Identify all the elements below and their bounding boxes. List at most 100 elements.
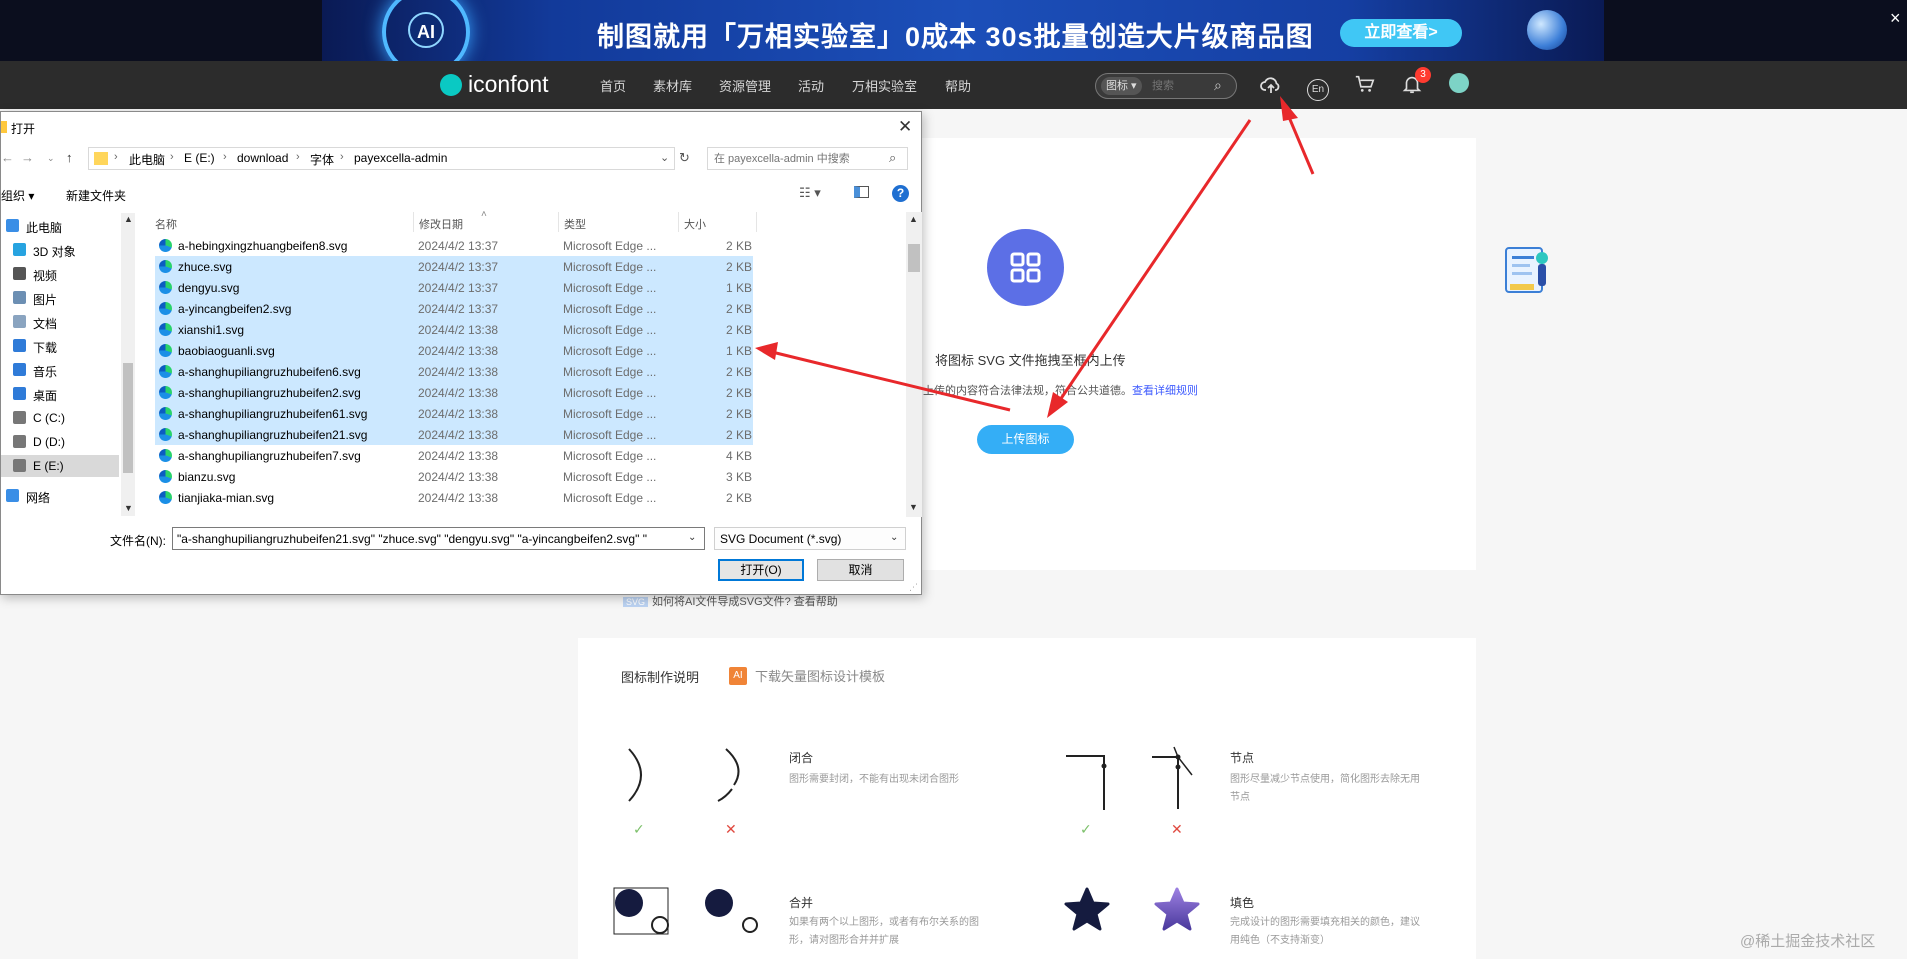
breadcrumb-download[interactable]: download	[237, 151, 288, 165]
new-folder-button[interactable]: 新建文件夹	[66, 187, 126, 204]
file-row[interactable]: a-hebingxingzhuangbeifen8.svg 2024/4/2 13…	[155, 235, 753, 256]
column-header-name[interactable]: 名称	[155, 216, 177, 232]
nav-item-home[interactable]: 首页	[600, 76, 626, 95]
address-bar[interactable]: › 此电脑 › E (E:) › download › 字体 › payexce…	[88, 147, 690, 170]
close-icon[interactable]: ✕	[898, 117, 912, 137]
tree-item[interactable]: C (C:)	[1, 407, 119, 429]
file-row[interactable]: zhuce.svg 2024/4/2 13:37 Microsoft Edge ..…	[155, 256, 753, 277]
rules-link[interactable]: 查看详细规则	[1132, 385, 1198, 397]
file-row[interactable]: a-shanghupiliangruzhubeifen61.svg 2024/4/…	[155, 403, 753, 424]
nav-item-help[interactable]: 帮助	[945, 76, 971, 95]
folder-search-box[interactable]: ⌕	[707, 147, 908, 170]
file-row[interactable]: dengyu.svg 2024/4/2 13:37 Microsoft Edge .…	[155, 277, 753, 298]
file-row[interactable]: tianjiaka-mian.svg 2024/4/2 13:38 Microsof…	[155, 487, 753, 508]
bell-icon[interactable]: 3	[1399, 67, 1431, 99]
file-list-scrollbar[interactable]: ▲ ▼	[906, 212, 922, 517]
forward-arrow-icon[interactable]: →	[21, 150, 34, 165]
file-row[interactable]: a-yincangbeifen2.svg 2024/4/2 13:37 Micros…	[155, 298, 753, 319]
crumb-separator-icon: ›	[223, 151, 227, 163]
search-icon[interactable]: ⌕	[889, 150, 896, 166]
search-icon[interactable]: ⌕	[1214, 77, 1222, 94]
breadcrumb-this-pc[interactable]: 此电脑	[129, 151, 165, 168]
ai-to-svg-help[interactable]: SVG 如何将AI文件导成SVG文件? 查看帮助	[623, 593, 838, 609]
help-icon[interactable]: ?	[892, 185, 909, 202]
file-type: Microsoft Edge ...	[563, 323, 657, 337]
tree-item[interactable]: 此电脑	[1, 215, 119, 237]
nav-item-library[interactable]: 素材库	[653, 76, 692, 95]
cart-icon[interactable]	[1352, 73, 1378, 99]
dialog-titlebar[interactable]: 打开 ✕	[1, 112, 921, 142]
filename-field[interactable]: "a-shanghupiliangruzhubeifen21.svg" "zhu…	[172, 527, 705, 550]
scroll-down-icon[interactable]: ▼	[124, 503, 133, 513]
column-header-type[interactable]: 类型	[564, 216, 586, 232]
file-row[interactable]: a-shanghupiliangruzhubeifen21.svg 2024/4/…	[155, 424, 753, 445]
promo-banner[interactable]: AI 制图就用「万相实验室」0成本 30s批量创造大片级商品图 立即查看>	[322, 0, 1604, 61]
chevron-down-icon[interactable]: ⌄	[688, 532, 696, 543]
column-header-size[interactable]: 大小	[684, 216, 706, 232]
scroll-down-icon[interactable]: ▼	[909, 502, 918, 512]
upload-cloud-icon[interactable]	[1258, 73, 1284, 99]
navigation-pane-scrollbar[interactable]: ▲ ▼	[121, 213, 135, 516]
tree-item[interactable]: 图片	[1, 287, 119, 309]
cancel-button[interactable]: 取消	[817, 559, 904, 581]
resize-grip-icon[interactable]: ⋰	[909, 582, 918, 593]
file-row[interactable]: baobiaoguanli.svg 2024/4/2 13:38 Microsoft…	[155, 340, 753, 361]
tree-item[interactable]: 下载	[1, 335, 119, 357]
tree-item[interactable]: 音乐	[1, 359, 119, 381]
chevron-down-icon[interactable]: ⌄	[890, 532, 898, 543]
file-row[interactable]: a-shanghupiliangruzhubeifen2.svg 2024/4/2…	[155, 382, 753, 403]
column-divider[interactable]	[558, 212, 559, 232]
tree-item[interactable]: 桌面	[1, 383, 119, 405]
download-template-link[interactable]: AI 下载矢量图标设计模板	[729, 666, 885, 685]
tree-item[interactable]: 视频	[1, 263, 119, 285]
tree-item[interactable]: E (E:)	[1, 455, 119, 477]
ok-mark-icon: ✓	[633, 821, 645, 837]
breadcrumb-payexcella-admin[interactable]: payexcella-admin	[354, 151, 447, 165]
column-divider[interactable]	[756, 212, 757, 232]
open-button[interactable]: 打开(O)	[718, 559, 804, 581]
banner-close-icon[interactable]: ×	[1890, 8, 1901, 29]
search-type-select[interactable]: 图标 ▾	[1101, 77, 1142, 95]
filename-value[interactable]: "a-shanghupiliangruzhubeifen21.svg" "zhu…	[177, 532, 682, 546]
chevron-down-icon[interactable]: ⌄	[660, 151, 669, 164]
filetype-select[interactable]: SVG Document (*.svg) ⌄	[714, 527, 906, 550]
view-options-icon[interactable]: ☷ ▾	[799, 185, 821, 201]
tree-item[interactable]: 网络	[1, 485, 119, 507]
file-row[interactable]: bianzu.svg 2024/4/2 13:38 Microsoft Edge .…	[155, 466, 753, 487]
iconfont-logo[interactable]: iconfont	[440, 71, 549, 98]
breadcrumb-e-drive[interactable]: E (E:)	[184, 151, 215, 165]
scrollbar-thumb[interactable]	[123, 363, 133, 473]
scrollbar-thumb[interactable]	[908, 244, 920, 272]
tree-item[interactable]: 3D 对象	[1, 239, 119, 261]
nav-item-activities[interactable]: 活动	[798, 76, 824, 95]
nav-item-wanxiang-lab[interactable]: 万相实验室	[852, 76, 917, 95]
upload-icon-button[interactable]: 上传图标	[977, 425, 1074, 454]
banner-cta-button[interactable]: 立即查看>	[1340, 19, 1462, 47]
preview-pane-icon[interactable]	[854, 186, 869, 198]
column-divider[interactable]	[678, 212, 679, 232]
refresh-icon[interactable]: ↻	[679, 150, 690, 166]
user-avatar[interactable]	[1446, 73, 1472, 99]
up-arrow-icon[interactable]: ↑	[66, 150, 73, 165]
language-icon[interactable]: En	[1305, 73, 1331, 101]
tree-item[interactable]: 文档	[1, 311, 119, 333]
organize-menu-button[interactable]: 组织 ▾	[1, 187, 34, 204]
edge-file-icon	[159, 260, 172, 273]
breadcrumb-fonts[interactable]: 字体	[310, 151, 334, 168]
scroll-up-icon[interactable]: ▲	[909, 214, 918, 224]
recent-locations-chevron-icon[interactable]: ⌄	[47, 153, 55, 164]
column-divider[interactable]	[413, 212, 414, 232]
scroll-up-icon[interactable]: ▲	[124, 214, 133, 224]
nav-search-input[interactable]	[1152, 77, 1212, 95]
file-row[interactable]: a-shanghupiliangruzhubeifen6.svg 2024/4/2…	[155, 361, 753, 382]
file-row[interactable]: xianshi1.svg 2024/4/2 13:38 Microsoft Edge…	[155, 319, 753, 340]
tree-item[interactable]: D (D:)	[1, 431, 119, 453]
file-size: 1 KB	[725, 344, 752, 358]
nav-search-box[interactable]: 图标 ▾ ⌕	[1095, 73, 1237, 99]
nav-item-resources[interactable]: 资源管理	[719, 76, 771, 95]
column-header-date[interactable]: 修改日期	[419, 216, 463, 232]
back-arrow-icon[interactable]: ←	[1, 150, 14, 165]
location-icon	[13, 315, 26, 328]
file-row[interactable]: a-shanghupiliangruzhubeifen7.svg 2024/4/2…	[155, 445, 753, 466]
folder-search-input[interactable]	[714, 151, 884, 167]
